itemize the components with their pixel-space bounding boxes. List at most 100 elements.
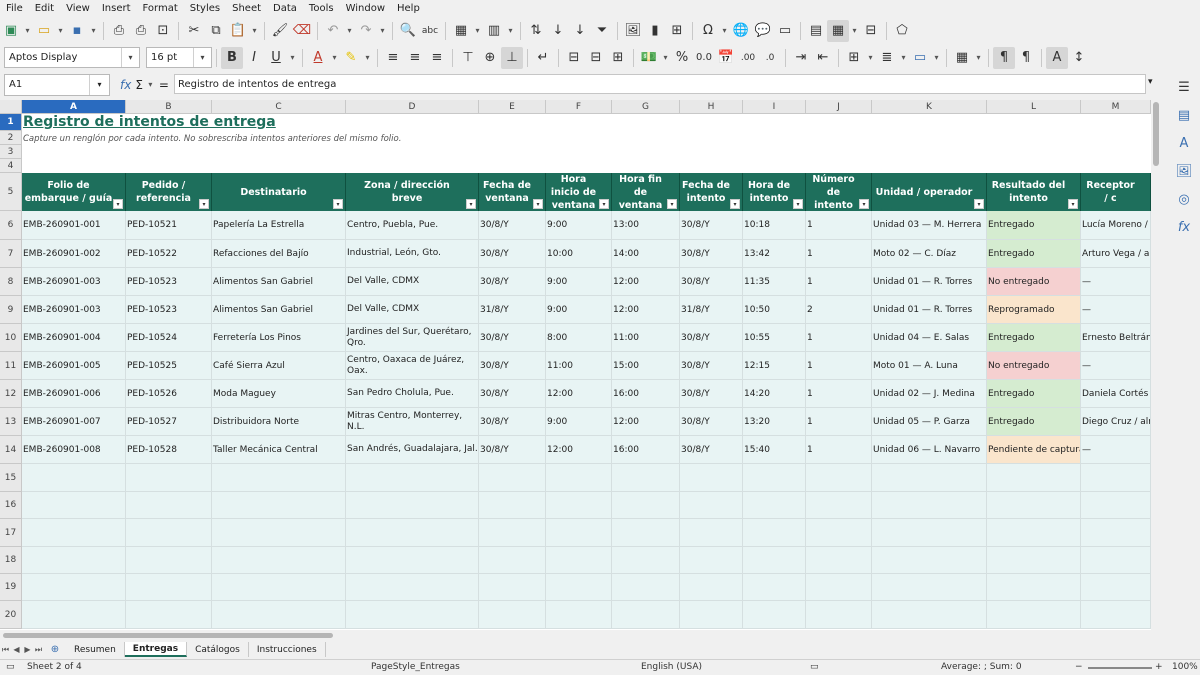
row-header[interactable]: 7 [0,240,22,268]
cell[interactable]: San Andrés, Guadalajara, Jal. [346,436,479,464]
last-sheet-icon[interactable]: ⏭ [33,639,44,661]
cell[interactable]: PED-10522 [126,240,212,268]
cell[interactable]: 1 [806,324,872,352]
cell[interactable]: Centro, Oaxaca de Juárez, Oax. [346,352,479,380]
filter-dropdown-icon[interactable]: ▾ [333,199,343,209]
font-color-dropdown-icon[interactable]: ▾ [329,47,340,69]
freeze-rows-columns-icon[interactable]: ▦ [827,19,849,42]
filter-dropdown-icon[interactable]: ▾ [599,199,609,209]
cell[interactable] [212,547,346,574]
cell[interactable]: 30/8/Y [680,436,743,464]
formula-icon[interactable]: = [159,78,169,92]
menu-edit[interactable]: Edit [29,3,60,14]
next-sheet-icon[interactable]: ▶ [22,639,33,661]
border-color-icon[interactable]: ▭ [909,47,931,69]
number-format-icon[interactable]: 0.0 [693,47,715,69]
gallery-icon[interactable]: 🖼 [1173,160,1195,182]
cell[interactable] [1081,574,1151,601]
cell[interactable]: Del Valle, CDMX [346,268,479,296]
cell[interactable]: Ferretería Los Pinos [212,324,346,352]
cell[interactable]: 30/8/Y [479,324,546,352]
cell[interactable] [126,464,212,492]
cell[interactable]: PED-10521 [126,211,212,240]
autofilter-icon[interactable]: ⏷ [591,20,613,42]
row-header[interactable]: 4 [0,159,22,173]
cell[interactable]: Entregado [987,380,1081,408]
expand-formula-icon[interactable]: ▾ [1148,77,1153,87]
select-all-corner[interactable] [0,100,22,114]
row-header[interactable]: 13 [0,408,22,436]
cell[interactable]: Distribuidora Norte [212,408,346,436]
chevron-down-icon[interactable]: ▾ [193,48,211,67]
cell[interactable]: 15:40 [743,436,806,464]
cell[interactable]: EMB-260901-003 [22,268,126,296]
filter-dropdown-icon[interactable]: ▾ [793,199,803,209]
cell[interactable] [1081,519,1151,547]
cell[interactable] [680,574,743,601]
row-header[interactable]: 2 [0,131,22,145]
column-header-l[interactable]: L [987,100,1081,114]
cell[interactable]: — [1081,296,1151,324]
language[interactable]: English (USA) [641,662,702,672]
add-sheet-icon[interactable]: ⊕ [44,639,66,661]
cell[interactable]: Entregado [987,324,1081,352]
row-header[interactable]: 1 [0,114,22,131]
align-top-icon[interactable]: ⊤ [457,47,479,69]
cell[interactable] [479,464,546,492]
cell[interactable] [22,574,126,601]
filter-dropdown-icon[interactable]: ▾ [466,199,476,209]
cell[interactable] [872,464,987,492]
cell[interactable]: 30/8/Y [479,380,546,408]
cell[interactable]: Moda Maguey [212,380,346,408]
cell[interactable] [126,519,212,547]
cell[interactable] [680,492,743,519]
cell[interactable] [612,601,680,629]
menu-view[interactable]: View [60,3,96,14]
column-header-d[interactable]: D [346,100,479,114]
filter-dropdown-icon[interactable]: ▾ [667,199,677,209]
cell[interactable] [806,464,872,492]
cell[interactable] [546,601,612,629]
cell[interactable] [680,547,743,574]
cell[interactable]: 12:00 [612,408,680,436]
undo-icon[interactable]: ↶ [322,20,344,42]
underline-dropdown-icon[interactable]: ▾ [287,47,298,69]
cell[interactable]: 31/8/Y [479,296,546,324]
save-icon[interactable]: ▪ [66,20,88,42]
name-box[interactable]: A1 ▾ [4,73,110,96]
cell[interactable]: 1 [806,240,872,268]
cell[interactable]: 30/8/Y [479,408,546,436]
prev-sheet-icon[interactable]: ◀ [11,639,22,661]
cell[interactable] [872,574,987,601]
cell[interactable] [346,492,479,519]
cell[interactable] [546,492,612,519]
chevron-down-icon[interactable]: ▾ [89,74,109,95]
cell[interactable]: EMB-260901-005 [22,352,126,380]
paste-dropdown-icon[interactable]: ▾ [249,20,260,42]
filter-dropdown-icon[interactable]: ▾ [1068,199,1078,209]
cell[interactable] [680,601,743,629]
cell[interactable]: Moto 02 — C. Díaz [872,240,987,268]
cell[interactable] [743,492,806,519]
cell[interactable] [612,547,680,574]
cell[interactable]: Lucía Moreno / e [1081,211,1151,240]
special-character-dropdown-icon[interactable]: ▾ [719,20,730,42]
cell[interactable] [346,574,479,601]
pivot-table-icon[interactable]: ⊞ [666,20,688,42]
menu-file[interactable]: File [0,3,29,14]
conditional-dropdown-icon[interactable]: ▾ [973,47,984,69]
zoom-out-icon[interactable]: − [1075,662,1083,672]
cell[interactable]: 10:18 [743,211,806,240]
cell[interactable]: EMB-260901-002 [22,240,126,268]
cell[interactable] [126,601,212,629]
column-header-k[interactable]: K [872,100,987,114]
cell[interactable]: 15:00 [612,352,680,380]
cell[interactable] [212,519,346,547]
cell[interactable]: Pendiente de captura [987,436,1081,464]
show-draw-functions-icon[interactable]: ⬠ [891,20,913,42]
menu-window[interactable]: Window [340,3,391,14]
cell[interactable] [987,547,1081,574]
cell[interactable]: 30/8/Y [680,211,743,240]
cell[interactable]: 12:00 [612,268,680,296]
cell[interactable]: 30/8/Y [680,352,743,380]
